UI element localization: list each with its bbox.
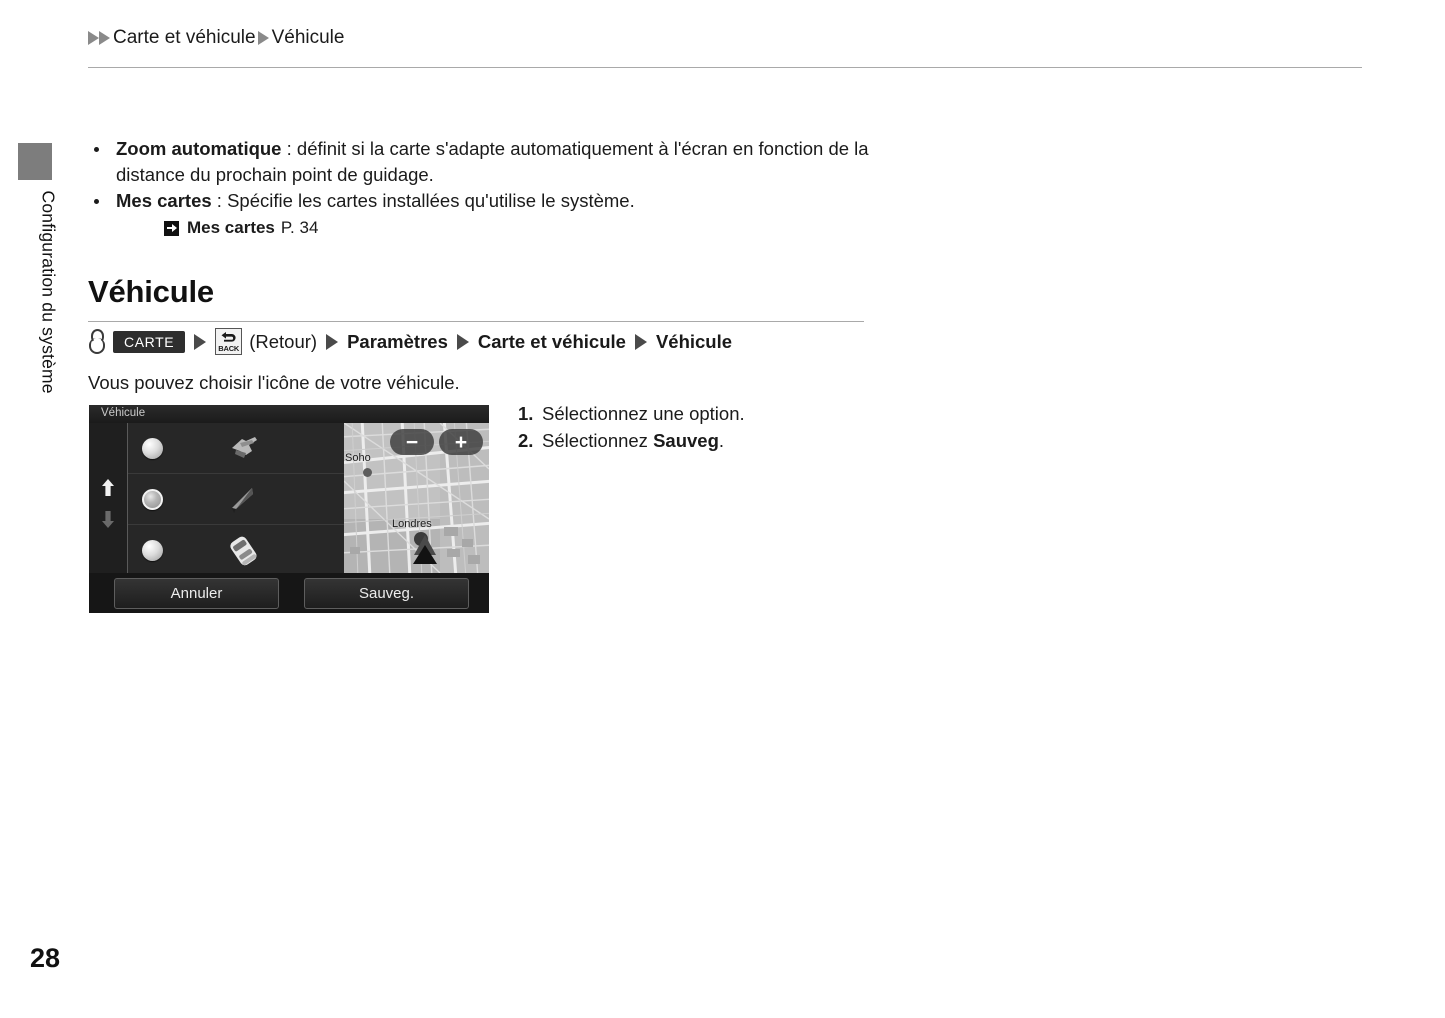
- arrow-down-icon[interactable]: [101, 511, 115, 528]
- path-arrow-icon: [326, 333, 339, 350]
- map-preview[interactable]: − + Soho Londres: [344, 423, 489, 573]
- path-arrow-icon: [194, 333, 207, 350]
- step-number: 1.: [518, 403, 534, 424]
- radio-button[interactable]: [142, 438, 163, 459]
- step-text: Sélectionnez Sauveg.: [542, 427, 724, 454]
- breadcrumb: Carte et véhicule Véhicule: [88, 27, 346, 49]
- bullet-term: Mes cartes: [116, 190, 212, 211]
- list-item: Mes cartes : Spécifie les cartes install…: [88, 188, 878, 240]
- bullet-dot-icon: [94, 199, 99, 204]
- step-text-suffix: .: [718, 430, 725, 451]
- radio-button-selected[interactable]: [142, 489, 163, 510]
- scroll-column: [89, 423, 128, 573]
- path-item-vehicule: Véhicule: [655, 330, 733, 352]
- map-zoom-out-button[interactable]: −: [390, 429, 434, 455]
- retour-text: (Retour): [249, 330, 318, 352]
- hand-pointer-icon: [88, 328, 105, 355]
- navigation-path: CARTE BACK (Retour) Paramètres Carte et …: [88, 328, 732, 355]
- back-arrow-icon: [221, 332, 236, 342]
- map-poi-dot-icon: [363, 468, 372, 477]
- save-button[interactable]: Sauveg.: [304, 577, 469, 609]
- cross-reference[interactable]: Mes cartes P. 34: [116, 216, 878, 240]
- radio-button[interactable]: [142, 540, 163, 561]
- vehicle-position-marker-icon: [413, 532, 437, 564]
- back-key-label: BACK: [218, 343, 240, 353]
- map-label-londres: Londres: [392, 518, 432, 530]
- device-screen-footer: Annuler Sauveg.: [89, 573, 489, 613]
- chapter-tab-block: [18, 143, 52, 180]
- bullet-list: Zoom automatique : définit si la carte s…: [88, 136, 878, 240]
- device-screenshot: Véhicule − + Soho Londres Annuler Sauveg…: [89, 405, 489, 613]
- device-screen-title: Véhicule: [89, 405, 489, 423]
- arrow-cone-vehicle-icon: [232, 488, 253, 513]
- back-hard-key[interactable]: BACK: [215, 328, 243, 355]
- section-lead-text: Vous pouvez choisir l'icône de votre véh…: [88, 372, 460, 393]
- breadcrumb-arrow-icon: [99, 31, 110, 45]
- map-label-soho: Soho: [345, 452, 371, 464]
- carte-hard-key[interactable]: CARTE: [113, 330, 186, 353]
- step-text: Sélectionnez une option.: [542, 403, 745, 424]
- step-text-prefix: Sélectionnez: [542, 430, 654, 451]
- list-item: 1. Sélectionnez une option.: [518, 400, 745, 427]
- path-item-carte-et-vehicule: Carte et véhicule: [477, 330, 626, 352]
- bullet-separator: :: [281, 138, 297, 159]
- breadcrumb-arrow-icon: [257, 31, 269, 45]
- path-arrow-icon: [456, 333, 469, 350]
- path-arrow-icon: [634, 333, 647, 350]
- header-divider: [88, 67, 1362, 68]
- bullet-term: Zoom automatique: [116, 138, 282, 159]
- cross-reference-target: Mes cartes: [187, 218, 275, 237]
- list-item[interactable]: [128, 474, 344, 525]
- numbered-steps: 1. Sélectionnez une option. 2. Sélection…: [518, 400, 745, 454]
- breadcrumb-arrow-icon: [88, 31, 99, 45]
- page-title: Véhicule: [88, 274, 214, 309]
- car-vehicle-icon: [230, 536, 257, 566]
- list-item[interactable]: [128, 423, 344, 474]
- cancel-button[interactable]: Annuler: [114, 577, 279, 609]
- device-screen-body: − + Soho Londres: [89, 423, 489, 575]
- arrow-up-icon[interactable]: [101, 479, 115, 496]
- page-number: 28: [30, 943, 61, 973]
- bullet-separator: :: [211, 190, 228, 211]
- map-zoom-in-button[interactable]: +: [439, 429, 483, 455]
- chapter-tab-label: Configuration du système: [38, 190, 59, 394]
- breadcrumb-item-2: Véhicule: [271, 27, 345, 48]
- step-emphasis: Sauveg: [653, 430, 719, 451]
- vehicle-option-list: [128, 423, 344, 575]
- title-divider: [88, 321, 864, 322]
- list-item: 2. Sélectionnez Sauveg.: [518, 427, 745, 454]
- path-item-parametres: Paramètres: [347, 330, 448, 352]
- arrow-right-box-icon: [164, 220, 179, 236]
- cross-reference-page: P. 34: [280, 218, 319, 237]
- jet-vehicle-icon: [232, 437, 257, 458]
- step-number: 2.: [518, 430, 534, 451]
- breadcrumb-item-1: Carte et véhicule: [113, 27, 256, 48]
- bullet-dot-icon: [94, 147, 99, 152]
- list-item: Zoom automatique : définit si la carte s…: [88, 136, 878, 188]
- list-item[interactable]: [128, 525, 344, 575]
- bullet-text: Spécifie les cartes installées qu'utilis…: [227, 190, 635, 211]
